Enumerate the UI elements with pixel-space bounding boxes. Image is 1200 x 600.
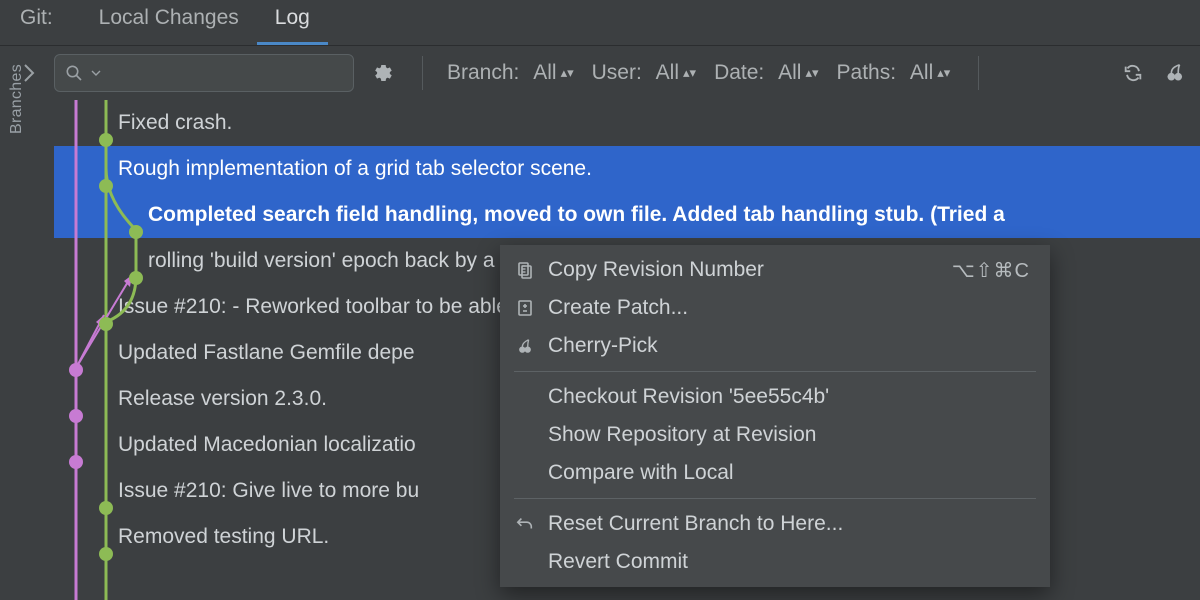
sort-icon: ▴▾: [683, 69, 696, 77]
copy-icon: [514, 261, 536, 279]
menu-item-label: Reset Current Branch to Here...: [548, 512, 843, 536]
menu-separator: [514, 371, 1036, 372]
tab-log[interactable]: Log: [257, 0, 328, 45]
commit-row[interactable]: Rough implementation of a grid tab selec…: [54, 146, 1200, 192]
tab-local-changes[interactable]: Local Changes: [81, 0, 257, 45]
filter-date[interactable]: Date: All▴▾: [714, 61, 818, 85]
menu-item[interactable]: Revert Commit: [500, 543, 1050, 581]
menu-item-label: Cherry-Pick: [548, 334, 658, 358]
search-icon: [65, 64, 83, 82]
menu-separator: [514, 498, 1036, 499]
menu-item-label: Show Repository at Revision: [548, 423, 816, 447]
commit-context-menu: Copy Revision Number ⌥⇧⌘C Create Patch... C…: [500, 245, 1050, 587]
filter-paths[interactable]: Paths: All▴▾: [837, 61, 951, 85]
menu-item[interactable]: Show Repository at Revision: [500, 416, 1050, 454]
vcs-title: Git:: [14, 0, 59, 45]
sidebar-branches-label[interactable]: Branches: [8, 64, 26, 134]
chevron-down-icon[interactable]: [91, 68, 101, 78]
commit-row[interactable]: Completed search field handling, moved t…: [54, 192, 1200, 238]
menu-item[interactable]: Reset Current Branch to Here...: [500, 505, 1050, 543]
commit-row[interactable]: Fixed crash.: [54, 100, 1200, 146]
divider: [422, 56, 423, 90]
cherry-pick-icon[interactable]: [1164, 62, 1186, 84]
sort-icon: ▴▾: [561, 69, 574, 77]
menu-item-label: Compare with Local: [548, 461, 734, 485]
menu-item-label: Checkout Revision '5ee55c4b': [548, 385, 829, 409]
refresh-icon[interactable]: [1122, 62, 1144, 84]
search-field[interactable]: [109, 63, 343, 84]
menu-item[interactable]: Checkout Revision '5ee55c4b': [500, 378, 1050, 416]
menu-shortcut: ⌥⇧⌘C: [952, 258, 1030, 283]
gear-icon[interactable]: [372, 62, 394, 84]
menu-item[interactable]: Create Patch...: [500, 289, 1050, 327]
commit-graph: [54, 100, 164, 600]
sort-icon: ▴▾: [805, 69, 818, 77]
log-search-input[interactable]: [54, 54, 354, 92]
filter-user[interactable]: User: All▴▾: [592, 61, 696, 85]
divider: [978, 56, 979, 90]
menu-item-label: Revert Commit: [548, 550, 688, 574]
menu-item[interactable]: Compare with Local: [500, 454, 1050, 492]
menu-item[interactable]: Cherry-Pick: [500, 327, 1050, 365]
menu-item-label: Copy Revision Number: [548, 258, 764, 282]
menu-item-label: Create Patch...: [548, 296, 688, 320]
menu-item[interactable]: Copy Revision Number ⌥⇧⌘C: [500, 251, 1050, 289]
sort-icon: ▴▾: [937, 69, 950, 77]
undo-icon: [514, 515, 536, 533]
patch-icon: [514, 299, 536, 317]
filter-branch[interactable]: Branch: All▴▾: [447, 61, 574, 85]
cherry-icon: [514, 337, 536, 355]
